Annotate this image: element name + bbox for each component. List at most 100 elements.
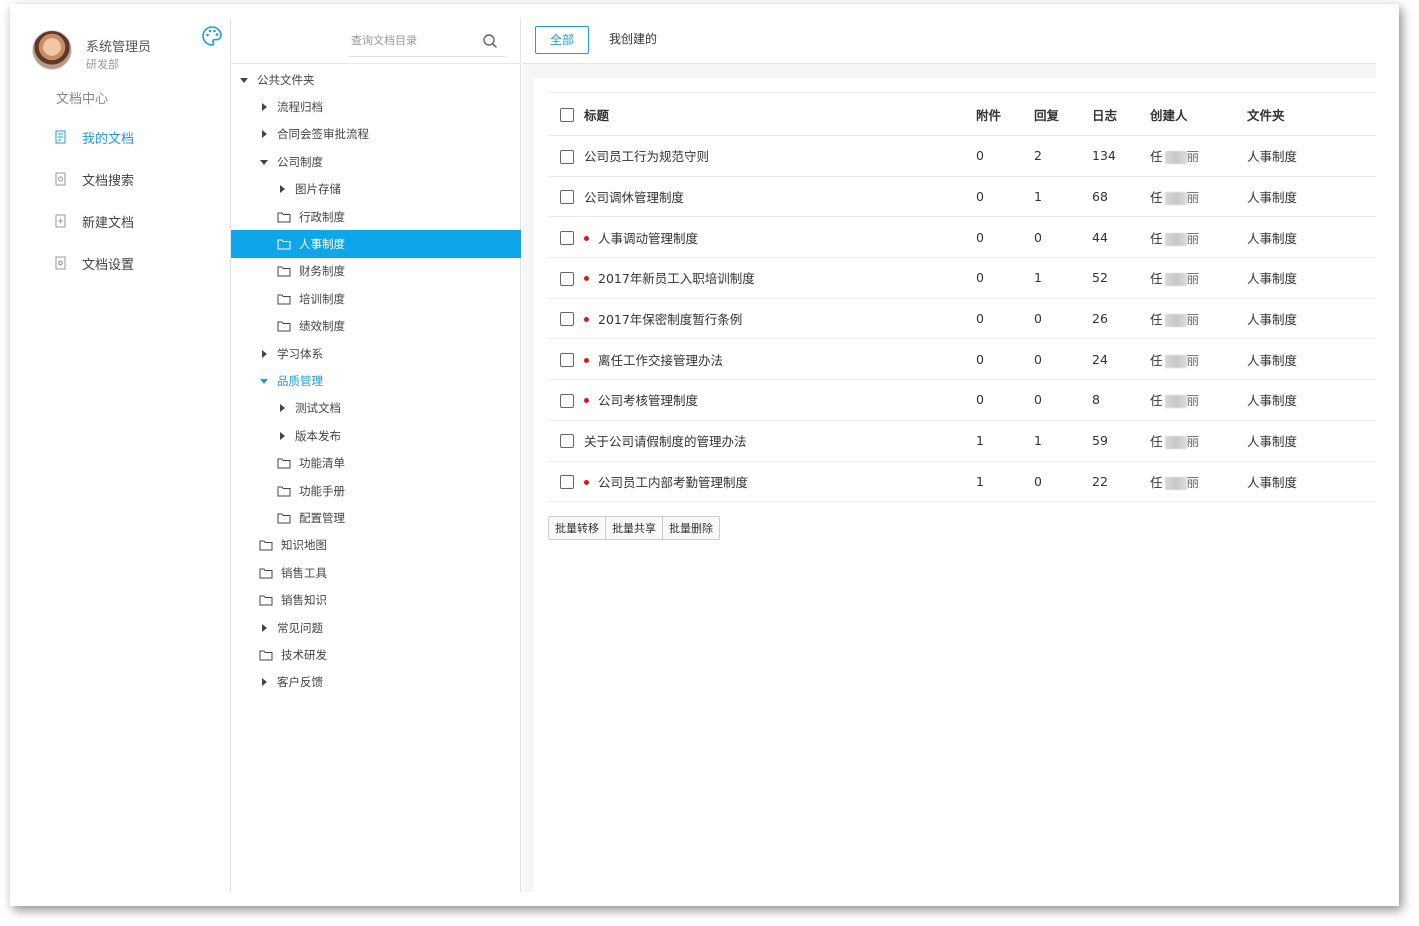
doc-title-cell[interactable]: 公司考核管理制度 <box>584 379 976 421</box>
row-checkbox[interactable] <box>560 475 574 490</box>
select-all-checkbox[interactable] <box>560 107 574 122</box>
nav-item-new-doc[interactable]: 新建文档 <box>54 200 224 242</box>
batch-share-button[interactable]: 批量共享 <box>606 516 663 540</box>
nav-item-doc-settings[interactable]: 文档设置 <box>54 242 224 284</box>
table-row[interactable]: 公司员工行为规范守则 0 2 134 任丽人事制度 <box>548 135 1376 177</box>
user-name: 系统管理员 <box>86 40 152 55</box>
tree-node[interactable]: 学习体系 <box>231 340 521 367</box>
row-checkbox[interactable] <box>560 271 574 286</box>
search-icon[interactable] <box>482 33 498 49</box>
tree-node[interactable]: 配置管理 <box>231 504 521 531</box>
row-checkbox[interactable] <box>560 190 574 205</box>
tree-node[interactable]: 销售知识 <box>231 586 521 613</box>
palette-icon[interactable] <box>200 24 224 48</box>
tree-node[interactable]: 财务制度 <box>231 258 521 285</box>
replies-cell: 0 <box>1034 461 1092 503</box>
caret-right-icon[interactable] <box>259 349 269 359</box>
header-title[interactable]: 标题 <box>584 92 976 136</box>
tree-node[interactable]: 行政制度 <box>231 203 521 230</box>
row-select-cell <box>548 338 584 381</box>
tree-node[interactable]: 功能清单 <box>231 449 521 476</box>
tree-node-label: 公司制度 <box>277 154 323 169</box>
doc-title-link[interactable]: 公司调休管理制度 <box>584 190 684 205</box>
doc-title-cell[interactable]: 2017年新员工入职培训制度 <box>584 257 976 299</box>
tree-node[interactable]: 品质管理 <box>231 367 521 394</box>
doc-title-cell[interactable]: 公司调休管理制度 <box>584 176 976 218</box>
tree-node[interactable]: 图片存储 <box>231 176 521 203</box>
tab-all[interactable]: 全部 <box>535 26 590 54</box>
caret-right-icon[interactable] <box>259 102 269 112</box>
table-row[interactable]: 2017年新员工入职培训制度 0 1 52 任丽人事制度 <box>548 257 1376 299</box>
avatar[interactable] <box>32 30 72 70</box>
caret-right-icon[interactable] <box>277 184 287 194</box>
new-doc-icon <box>55 214 66 228</box>
caret-down-icon[interactable] <box>259 376 269 386</box>
tree-node[interactable]: 公司制度 <box>231 148 521 175</box>
tree-node[interactable]: 公共文件夹 <box>231 66 521 93</box>
tree-node[interactable]: 常见问题 <box>231 614 521 641</box>
doc-search-icon <box>55 172 66 186</box>
table-row[interactable]: 离任工作交接管理办法 0 0 24 任丽人事制度 <box>548 338 1376 381</box>
doc-title-cell[interactable]: 人事调动管理制度 <box>584 216 976 259</box>
tree-search-input[interactable] <box>351 28 501 52</box>
nav-item-my-docs[interactable]: 我的文档 <box>54 116 224 158</box>
folder-cell: 人事制度 <box>1247 338 1376 381</box>
doc-title-cell[interactable]: 2017年保密制度暂行条例 <box>584 298 976 340</box>
row-checkbox[interactable] <box>560 393 574 408</box>
table-row[interactable]: 公司考核管理制度 0 0 8 任丽人事制度 <box>548 379 1376 421</box>
tree-node[interactable]: 人事制度 <box>231 230 521 258</box>
folder-icon <box>277 458 291 469</box>
table-row[interactable]: 公司员工内部考勤管理制度 1 0 22 任丽人事制度 <box>548 461 1376 503</box>
caret-down-icon[interactable] <box>239 75 249 85</box>
tab-created-by-me[interactable]: 我创建的 <box>595 26 671 54</box>
doc-title-link[interactable]: 2017年保密制度暂行条例 <box>598 312 742 327</box>
tree-node[interactable]: 绩效制度 <box>231 313 521 340</box>
doc-title-link[interactable]: 公司考核管理制度 <box>598 393 698 408</box>
tree-node[interactable]: 功能手册 <box>231 477 521 504</box>
row-checkbox[interactable] <box>560 149 574 164</box>
doc-title-cell[interactable]: 关于公司请假制度的管理办法 <box>584 420 976 462</box>
tree-node[interactable]: 客户反馈 <box>231 669 521 696</box>
header-replies[interactable]: 回复 <box>1034 92 1092 136</box>
batch-move-button[interactable]: 批量转移 <box>548 516 606 540</box>
row-checkbox[interactable] <box>560 312 574 327</box>
tree-node[interactable]: 流程归档 <box>231 93 521 120</box>
header-logs[interactable]: 日志 <box>1092 92 1150 136</box>
doc-title-link[interactable]: 公司员工内部考勤管理制度 <box>598 475 748 490</box>
header-creator[interactable]: 创建人 <box>1150 92 1247 136</box>
table-row[interactable]: 关于公司请假制度的管理办法 1 1 59 任丽人事制度 <box>548 420 1376 462</box>
doc-title-link[interactable]: 人事调动管理制度 <box>598 231 698 246</box>
table-row[interactable]: 2017年保密制度暂行条例 0 0 26 任丽人事制度 <box>548 298 1376 340</box>
tree-node[interactable]: 培训制度 <box>231 285 521 312</box>
doc-title-link[interactable]: 离任工作交接管理办法 <box>598 353 723 368</box>
table-row[interactable]: 人事调动管理制度 0 0 44 任丽人事制度 <box>548 216 1376 259</box>
caret-right-icon[interactable] <box>277 403 287 413</box>
folder-icon <box>277 239 291 250</box>
row-checkbox[interactable] <box>560 353 574 368</box>
tree-node[interactable]: 测试文档 <box>231 395 521 422</box>
tree-node[interactable]: 销售工具 <box>231 559 521 586</box>
creator-last: 丽 <box>1186 190 1200 206</box>
doc-title-link[interactable]: 2017年新员工入职培训制度 <box>598 271 755 286</box>
table-row[interactable]: 公司调休管理制度 0 1 68 任丽人事制度 <box>548 176 1376 218</box>
doc-title-cell[interactable]: 公司员工行为规范守则 <box>584 135 976 177</box>
tree-node[interactable]: 版本发布 <box>231 422 521 449</box>
header-attachments[interactable]: 附件 <box>976 92 1034 136</box>
header-folder[interactable]: 文件夹 <box>1247 92 1376 136</box>
doc-title-link[interactable]: 关于公司请假制度的管理办法 <box>584 434 747 449</box>
caret-right-icon[interactable] <box>259 677 269 687</box>
doc-title-cell[interactable]: 离任工作交接管理办法 <box>584 338 976 381</box>
row-checkbox[interactable] <box>560 230 574 245</box>
caret-right-icon[interactable] <box>259 129 269 139</box>
row-checkbox[interactable] <box>560 434 574 449</box>
caret-right-icon[interactable] <box>259 623 269 633</box>
tree-node[interactable]: 知识地图 <box>231 532 521 559</box>
caret-right-icon[interactable] <box>277 431 287 441</box>
tree-node[interactable]: 合同会签审批流程 <box>231 121 521 148</box>
caret-down-icon[interactable] <box>259 157 269 167</box>
tree-node[interactable]: 技术研发 <box>231 641 521 668</box>
nav-item-doc-search[interactable]: 文档搜索 <box>54 158 224 200</box>
batch-delete-button[interactable]: 批量删除 <box>663 516 720 540</box>
doc-title-cell[interactable]: 公司员工内部考勤管理制度 <box>584 461 976 503</box>
doc-title-link[interactable]: 公司员工行为规范守则 <box>584 149 709 164</box>
